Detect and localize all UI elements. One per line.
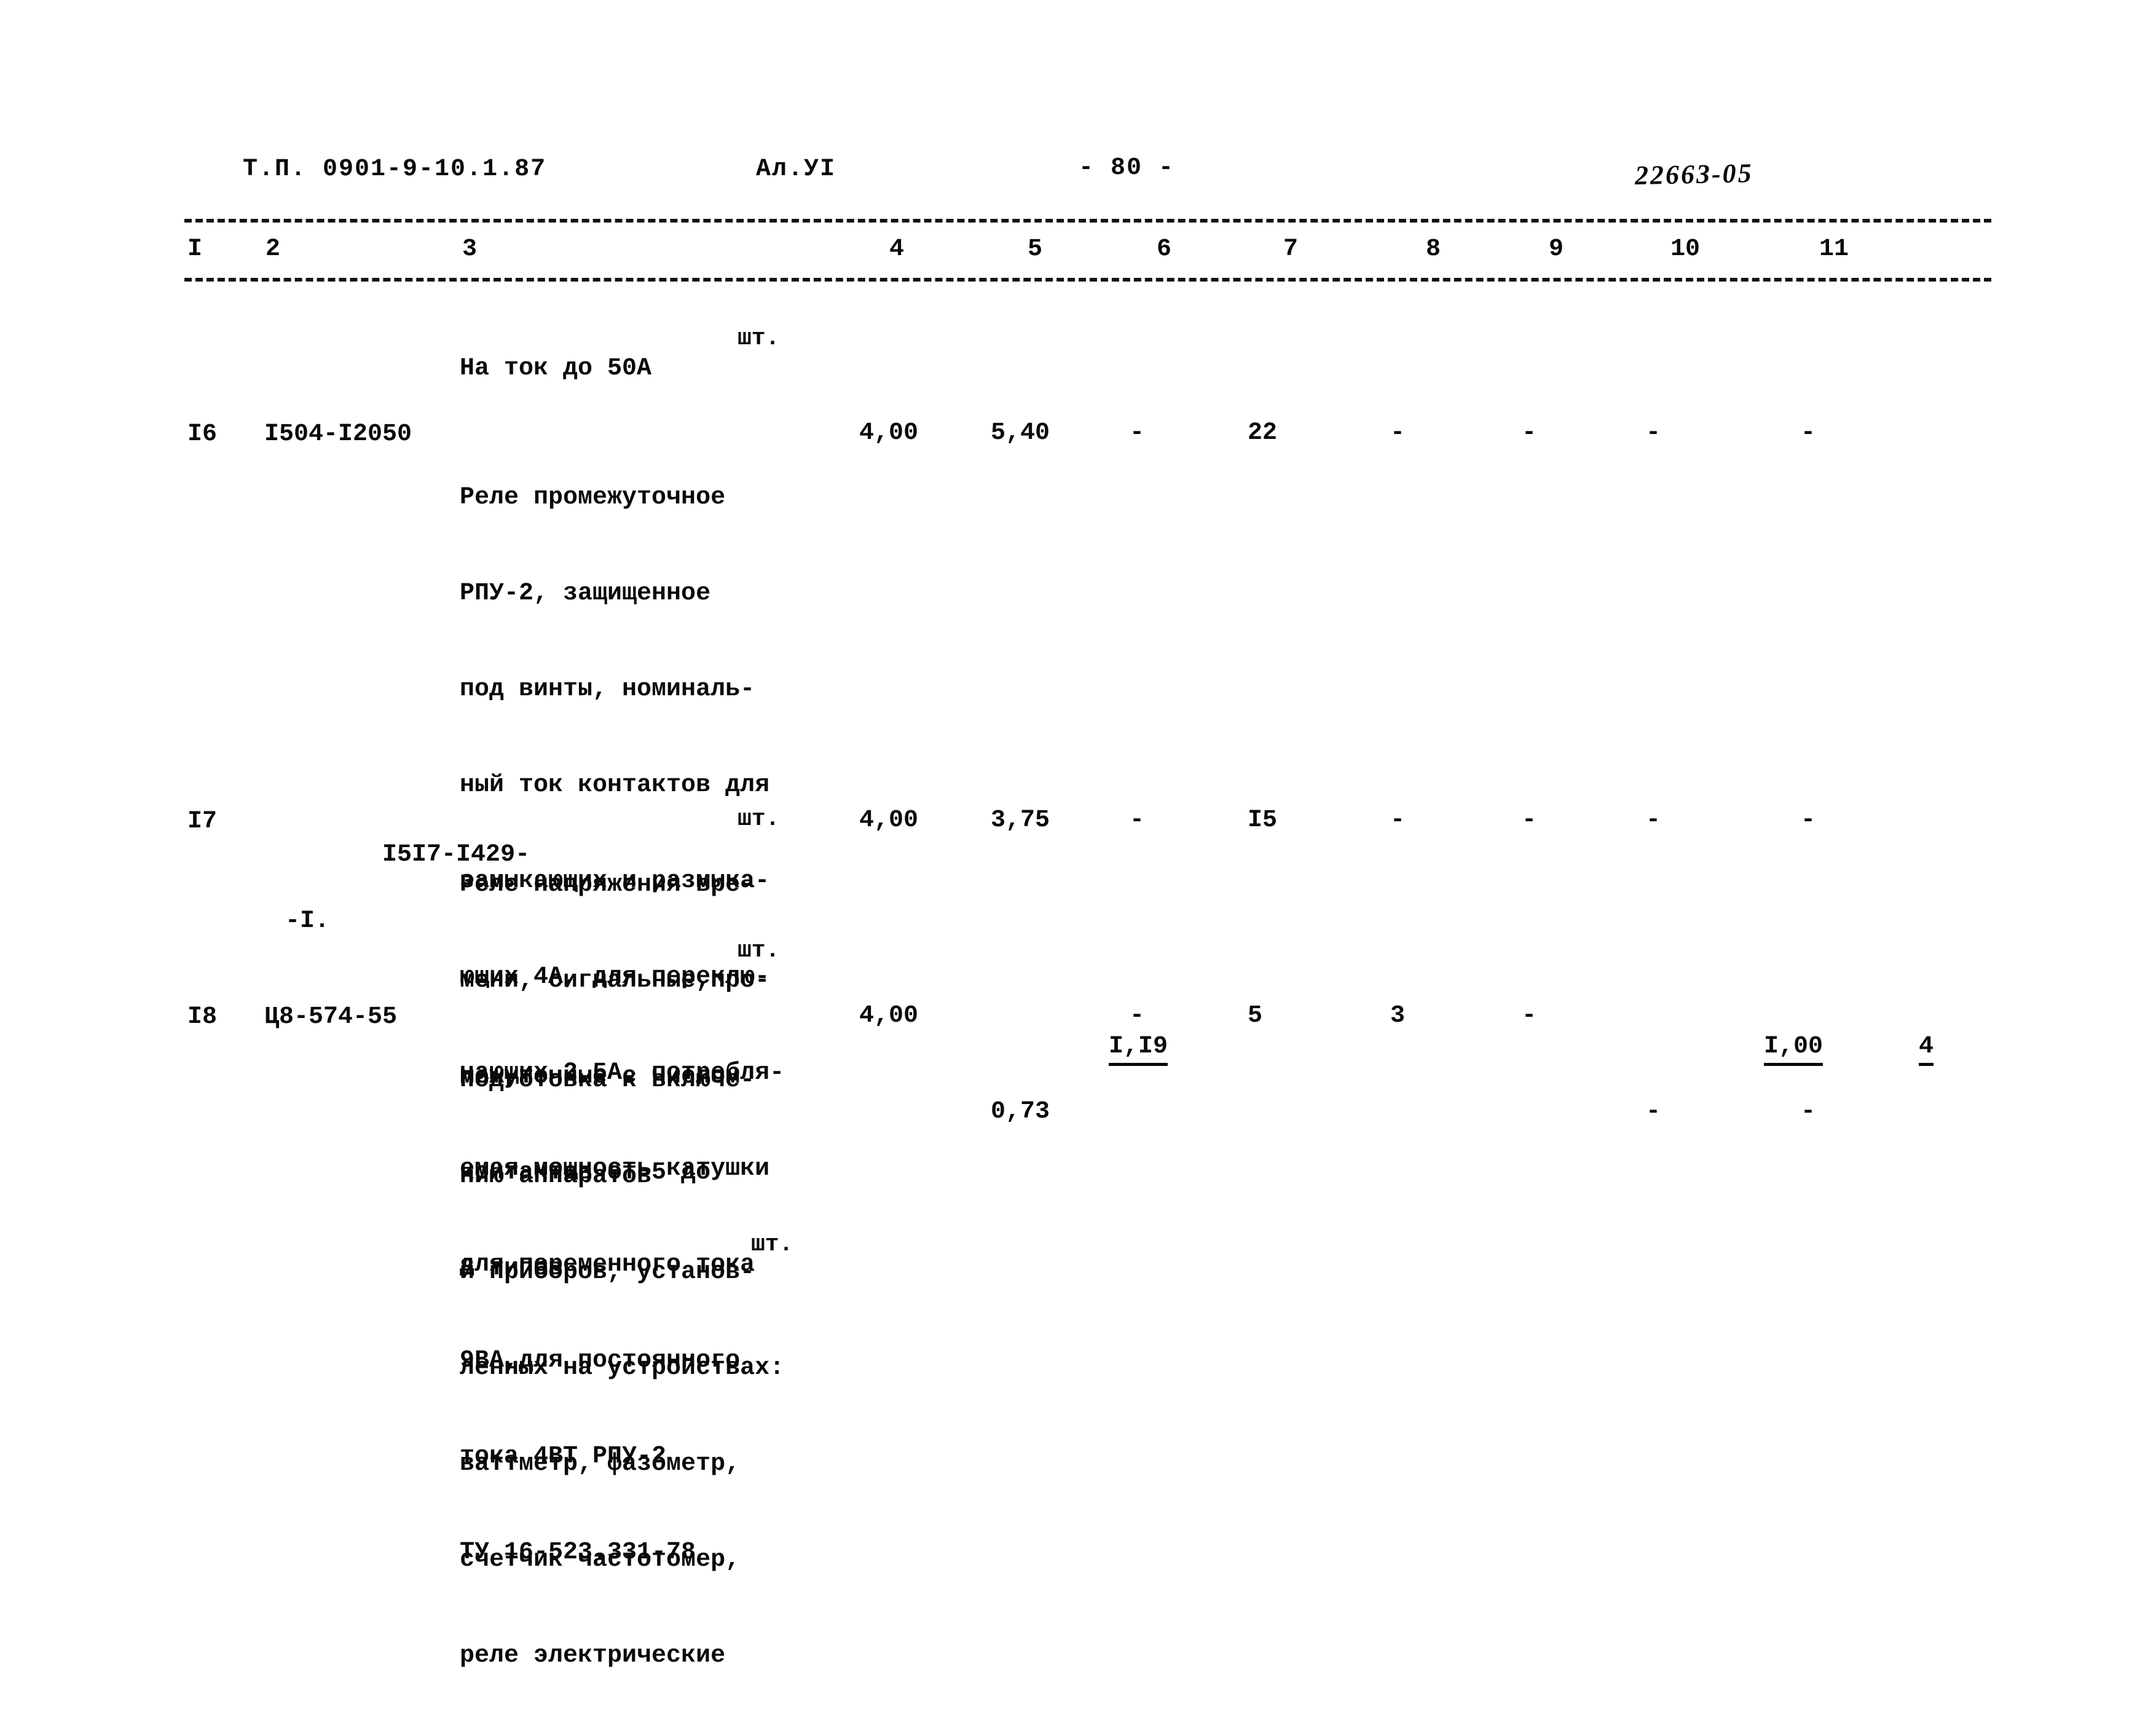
row-value-col5-primary: I,I9 [1109,1032,1168,1066]
row-value-col5: 5,40 [991,419,1050,447]
row-value-col6: - [1130,1002,1145,1030]
column-number-5: 5 [1028,235,1043,263]
row-value-col11-secondary: - [1801,1098,1816,1126]
row-value-col4: 4,00 [859,807,919,834]
row-value-col8: - [1390,419,1406,447]
row-value-col8: - [1390,807,1406,834]
row-value-col9: - [1522,419,1537,447]
description-line: нию аппаратов [460,1162,652,1190]
table-header-rule [184,278,1991,282]
row-value-col7: 22 [1248,419,1278,447]
row-value-col10: I,00 - [1646,1001,1824,1189]
continuation-unit: шт. [738,325,780,352]
description-line: Подготовка к включе- [460,1067,755,1094]
column-number-3: 3 [462,235,478,263]
row-value-col5: 3,75 [991,807,1050,834]
description-line: Реле промежуточное [460,484,726,511]
code-line-2: -I. [285,907,330,935]
row-item-code: I5I7-I429- -I. [264,805,530,1004]
archive-stamp: 22663-05 [1634,157,1754,191]
document-page: Т.П. 0901-9-10.1.87 Ал.УI - 80 - 22663-0… [0,0,2156,1670]
row-value-col10-secondary: - [1646,1098,1661,1126]
row-value-col11: 4 - [1801,1001,1934,1189]
row-value-col11: - [1801,807,1816,834]
row-value-col7: I5 [1248,807,1278,834]
column-number-4: 4 [889,235,905,263]
row-item-number: I7 [187,808,218,835]
description-line: ленных на устройствах: [460,1354,785,1382]
row-description: Подготовка к включе- нию аппаратов и при… [460,1001,853,1736]
description-line: ваттметр, фазометр, [460,1450,741,1478]
album-label: Ал.УI [756,156,836,183]
description-line: Реле напряжения вре- [460,871,755,899]
description-line: ный ток контактов для [460,771,770,799]
table-top-rule [184,219,1991,223]
row-item-code: Ц8-574-55 [264,1003,398,1031]
row-item-number: I6 [187,420,218,448]
description-line: РПУ-2, защищенное [460,580,711,607]
row-unit: шт. [738,937,780,964]
column-number-6: 6 [1157,235,1172,263]
row-value-col6: - [1130,419,1145,447]
row-value-col4: 4,00 [859,419,919,447]
column-number-10: 10 [1670,235,1701,263]
row-value-col6: - [1130,807,1145,834]
row-unit: шт. [751,1231,793,1258]
column-number-1: I [187,235,203,263]
row-value-col9: - [1522,1002,1537,1030]
row-value-col9: - [1522,807,1537,834]
column-number-row: I 2 3 4 5 6 7 8 9 10 11 [0,237,2156,272]
row-value-col11-primary: 4 [1919,1032,1934,1066]
column-number-7: 7 [1283,235,1299,263]
row-item-code: I504-I2050 [264,420,412,448]
description-line: счетчик частотомер, [460,1546,741,1574]
row-value-col11: - [1801,419,1816,447]
column-number-11: 11 [1819,235,1849,263]
document-header: Т.П. 0901-9-10.1.87 Ал.УI - 80 - 22663-0… [0,152,2156,195]
description-line: реле электрические [460,1642,726,1670]
row-value-col4: 4,00 [859,1002,919,1030]
row-value-col5-secondary: 0,73 [991,1098,1050,1126]
document-code: Т.П. 0901-9-10.1.87 [243,156,547,183]
description-line: под винты, номиналь- [460,676,755,703]
row-value-col8: 3 [1390,1002,1406,1030]
description-line: мени, сигнальные,про- [460,967,770,995]
row-item-number: I8 [187,1003,218,1031]
row-value-col10: - [1646,419,1661,447]
column-number-9: 9 [1549,235,1564,263]
page-number: - 80 - [1079,154,1175,182]
description-line: и приборов, установ- [460,1258,755,1286]
column-number-2: 2 [266,235,281,263]
column-number-8: 8 [1426,235,1441,263]
description-line: На ток до 50А [460,355,652,382]
row-value-col10: - [1646,807,1661,834]
row-value-col7: 5 [1248,1002,1263,1030]
